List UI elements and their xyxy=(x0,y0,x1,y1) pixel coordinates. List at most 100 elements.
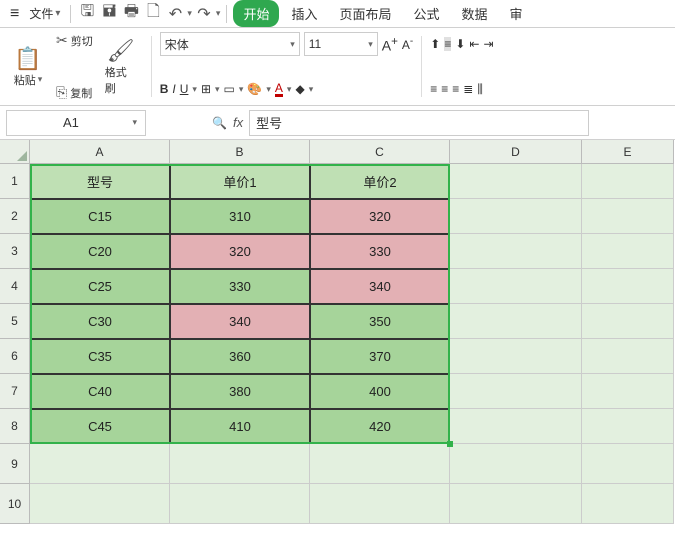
chevron-down-icon[interactable]: ▾ xyxy=(187,8,192,19)
increase-indent-icon[interactable]: ⇥ xyxy=(483,37,493,51)
hamburger-icon[interactable]: ≡ xyxy=(6,5,23,23)
cell[interactable]: 单价1 xyxy=(170,164,310,199)
cell[interactable]: C25 xyxy=(30,269,170,304)
cell[interactable] xyxy=(170,444,310,484)
cell[interactable] xyxy=(450,409,582,444)
chevron-down-icon[interactable]: ▾ xyxy=(215,84,220,95)
chevron-down-icon[interactable]: ▾ xyxy=(239,84,244,95)
column-header[interactable]: B xyxy=(170,140,310,164)
font-size-select[interactable]: 11 ▾ xyxy=(304,32,378,56)
redo-icon[interactable]: ↷ xyxy=(194,4,214,24)
italic-icon[interactable]: I xyxy=(172,82,175,96)
cell[interactable] xyxy=(582,409,674,444)
cell[interactable]: 单价2 xyxy=(310,164,450,199)
align-left-icon[interactable]: ≡ xyxy=(430,82,437,96)
print-preview-icon[interactable]: 🗋 xyxy=(143,4,163,24)
cell[interactable] xyxy=(450,199,582,234)
cell[interactable]: 370 xyxy=(310,339,450,374)
cells-area[interactable]: 型号单价1单价2C15310320C20320330C25330340C3034… xyxy=(30,164,674,524)
cell[interactable]: 400 xyxy=(310,374,450,409)
cell[interactable]: 340 xyxy=(170,304,310,339)
cell[interactable]: 380 xyxy=(170,374,310,409)
format-painter-button[interactable]: 🖌 格式刷 xyxy=(99,36,143,98)
cell[interactable]: 型号 xyxy=(30,164,170,199)
borders-icon[interactable]: ⊞ xyxy=(201,82,211,96)
cell[interactable] xyxy=(310,484,450,524)
chevron-down-icon[interactable]: ▾ xyxy=(266,84,271,95)
row-header[interactable]: 2 xyxy=(0,199,30,234)
save-icon[interactable]: 🖫 xyxy=(77,4,97,24)
row-header[interactable]: 1 xyxy=(0,164,30,199)
tab-insert[interactable]: 插入 xyxy=(281,0,327,27)
fill-handle[interactable] xyxy=(447,441,453,447)
cell[interactable]: 320 xyxy=(310,199,450,234)
align-bottom-icon[interactable]: ⬇ xyxy=(455,37,465,51)
cell[interactable]: 420 xyxy=(310,409,450,444)
print-icon[interactable]: 🖶 xyxy=(121,4,141,24)
cut-button[interactable]: ✂剪切 xyxy=(54,32,95,49)
tab-review[interactable]: 审 xyxy=(500,0,533,27)
cell[interactable]: C30 xyxy=(30,304,170,339)
row-header[interactable]: 7 xyxy=(0,374,30,409)
bold-icon[interactable]: B xyxy=(160,82,169,96)
tab-layout[interactable]: 页面布局 xyxy=(329,0,401,27)
chevron-down-icon[interactable]: ▾ xyxy=(192,84,197,95)
formula-input[interactable]: 型号 xyxy=(249,110,589,136)
search-icon[interactable]: 🔍 xyxy=(212,116,227,130)
row-header[interactable]: 8 xyxy=(0,409,30,444)
cell[interactable] xyxy=(582,269,674,304)
row-header[interactable]: 3 xyxy=(0,234,30,269)
decrease-indent-icon[interactable]: ⇤ xyxy=(469,37,479,51)
undo-icon[interactable]: ↶ xyxy=(165,4,185,24)
fx-icon[interactable]: fx xyxy=(233,115,243,130)
cell[interactable] xyxy=(310,444,450,484)
tab-home[interactable]: 开始 xyxy=(233,0,279,27)
font-name-select[interactable]: 宋体 ▾ xyxy=(160,32,300,56)
file-menu[interactable]: 文件 ▾ xyxy=(25,5,64,22)
cell[interactable]: C45 xyxy=(30,409,170,444)
chevron-down-icon[interactable]: ▾ xyxy=(287,84,292,95)
cell[interactable]: C35 xyxy=(30,339,170,374)
cell[interactable] xyxy=(450,484,582,524)
name-box[interactable]: A1 ▾ xyxy=(6,110,146,136)
font-color-icon[interactable]: A xyxy=(275,81,283,97)
cell[interactable]: 330 xyxy=(310,234,450,269)
paste-button[interactable]: 📋 粘贴▾ xyxy=(6,44,50,90)
distribute-icon[interactable]: ⫼ xyxy=(477,82,483,97)
cell[interactable] xyxy=(450,444,582,484)
cell[interactable] xyxy=(30,444,170,484)
cell[interactable]: C40 xyxy=(30,374,170,409)
align-center-icon[interactable]: ≡ xyxy=(441,82,448,96)
cell[interactable] xyxy=(582,199,674,234)
cell[interactable]: 310 xyxy=(170,199,310,234)
align-top-icon[interactable]: ⬆ xyxy=(430,37,440,51)
decrease-font-icon[interactable]: A- xyxy=(402,36,413,52)
cell[interactable]: 320 xyxy=(170,234,310,269)
cell[interactable] xyxy=(450,304,582,339)
cell[interactable] xyxy=(582,444,674,484)
cell[interactable] xyxy=(582,164,674,199)
phonetic-icon[interactable]: ◆ xyxy=(295,82,304,96)
copy-button[interactable]: ⎘复制 xyxy=(54,84,95,101)
column-header[interactable]: C xyxy=(310,140,450,164)
cell[interactable] xyxy=(582,484,674,524)
cell[interactable]: 340 xyxy=(310,269,450,304)
cell[interactable]: C20 xyxy=(30,234,170,269)
align-middle-icon[interactable]: ≡ xyxy=(444,37,451,51)
chevron-down-icon[interactable]: ▾ xyxy=(216,8,221,19)
cell[interactable]: 330 xyxy=(170,269,310,304)
row-header[interactable]: 5 xyxy=(0,304,30,339)
align-right-icon[interactable]: ≡ xyxy=(452,82,459,96)
chevron-down-icon[interactable]: ▾ xyxy=(309,84,314,95)
cell[interactable] xyxy=(450,374,582,409)
cell[interactable] xyxy=(582,304,674,339)
cell[interactable] xyxy=(450,234,582,269)
cell[interactable]: C15 xyxy=(30,199,170,234)
cell[interactable]: 360 xyxy=(170,339,310,374)
cell[interactable] xyxy=(582,234,674,269)
cell[interactable] xyxy=(582,374,674,409)
cell[interactable] xyxy=(170,484,310,524)
cell[interactable] xyxy=(30,484,170,524)
row-header[interactable]: 6 xyxy=(0,339,30,374)
cell[interactable]: 350 xyxy=(310,304,450,339)
